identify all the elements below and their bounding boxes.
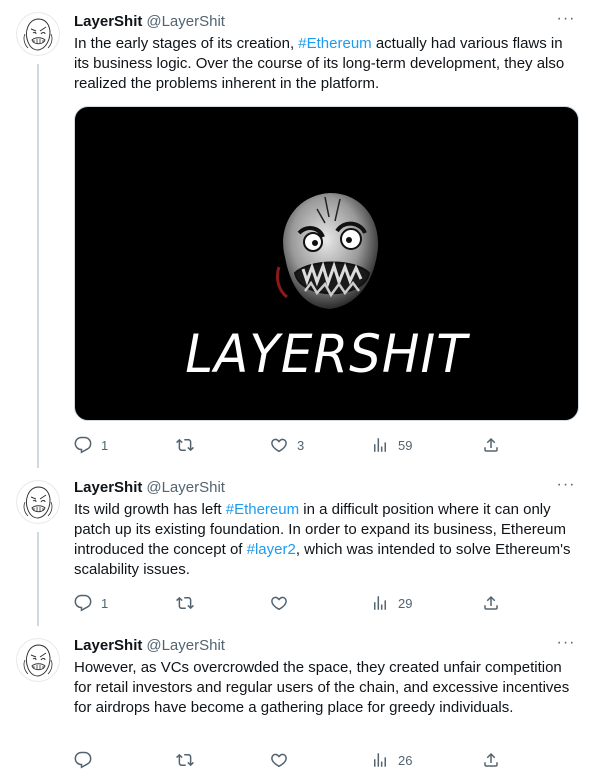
views-button[interactable]: 26 bbox=[371, 750, 412, 770]
tweet-text: Its wild growth has left #Ethereum in a … bbox=[74, 501, 571, 578]
reply-icon bbox=[74, 436, 92, 454]
action-bar: 1 3 59 bbox=[74, 435, 514, 455]
retweet-icon bbox=[176, 753, 194, 767]
more-options-icon[interactable]: ··· bbox=[556, 11, 576, 33]
like-button[interactable]: 3 bbox=[270, 435, 304, 455]
heart-icon bbox=[271, 438, 287, 453]
display-name[interactable]: LayerShit bbox=[74, 13, 142, 30]
like-button[interactable] bbox=[270, 750, 297, 770]
hashtag-link[interactable]: #Ethereum bbox=[226, 501, 299, 518]
more-options-icon[interactable]: ··· bbox=[556, 635, 576, 657]
reply-count: 1 bbox=[101, 595, 109, 611]
action-bar: 1 29 bbox=[74, 593, 514, 613]
display-name[interactable]: LayerShit bbox=[74, 637, 142, 654]
reply-icon bbox=[74, 594, 92, 612]
action-bar: 26 bbox=[74, 750, 514, 770]
views-button[interactable]: 29 bbox=[371, 593, 412, 613]
avatar[interactable] bbox=[16, 638, 60, 682]
reply-button[interactable]: 1 bbox=[74, 593, 108, 613]
share-icon bbox=[484, 437, 498, 452]
heart-icon bbox=[271, 753, 287, 768]
views-count: 59 bbox=[398, 437, 413, 453]
reply-button[interactable] bbox=[74, 750, 101, 770]
views-button[interactable]: 59 bbox=[371, 435, 412, 455]
user-handle[interactable]: @LayerShit bbox=[146, 479, 225, 496]
tweet-header: LayerShit @LayerShit bbox=[74, 636, 225, 656]
retweet-icon bbox=[176, 596, 194, 610]
tweet-header: LayerShit @LayerShit bbox=[74, 12, 225, 32]
share-button[interactable] bbox=[482, 593, 500, 613]
display-name[interactable]: LayerShit bbox=[74, 479, 142, 496]
reply-count: 1 bbox=[101, 437, 109, 453]
retweet-button[interactable] bbox=[176, 435, 203, 455]
retweet-button[interactable] bbox=[176, 593, 203, 613]
views-icon bbox=[374, 596, 386, 610]
user-handle[interactable]: @LayerShit bbox=[146, 13, 225, 30]
retweet-button[interactable] bbox=[176, 750, 203, 770]
tweet-media-image[interactable]: LAYERSHIT bbox=[74, 106, 579, 421]
tweet-text: In the early stages of its creation, #Et… bbox=[74, 35, 565, 92]
rage-face-avatar-icon bbox=[16, 12, 60, 56]
views-icon bbox=[374, 438, 386, 452]
reply-icon bbox=[74, 751, 92, 769]
like-count: 3 bbox=[297, 437, 305, 453]
tweet-3[interactable]: LayerShit @LayerShit ··· However, as VCs … bbox=[0, 628, 592, 780]
share-icon bbox=[484, 595, 498, 610]
heart-icon bbox=[271, 596, 287, 611]
avatar[interactable] bbox=[16, 480, 60, 524]
views-icon bbox=[374, 753, 386, 767]
hashtag-link[interactable]: #Ethereum bbox=[298, 35, 371, 52]
hashtag-link[interactable]: #layer2 bbox=[247, 541, 296, 558]
user-handle[interactable]: @LayerShit bbox=[146, 637, 225, 654]
tweet-2[interactable]: LayerShit @LayerShit ··· Its wild growth … bbox=[0, 470, 592, 628]
share-button[interactable] bbox=[482, 435, 500, 455]
views-count: 26 bbox=[398, 752, 413, 768]
more-options-icon[interactable]: ··· bbox=[556, 477, 576, 499]
tweet-1[interactable]: LayerShit @LayerShit ··· In the early sta… bbox=[0, 0, 592, 470]
media-logo-text: LAYERSHIT bbox=[185, 323, 468, 385]
rage-face-avatar-icon bbox=[16, 638, 60, 682]
views-count: 29 bbox=[398, 595, 413, 611]
tweet-header: LayerShit @LayerShit bbox=[74, 478, 225, 498]
rage-face-logo-icon bbox=[275, 193, 379, 309]
avatar[interactable] bbox=[16, 12, 60, 56]
tweet-text: However, as VCs overcrowded the space, t… bbox=[74, 659, 570, 716]
share-icon bbox=[484, 752, 498, 767]
reply-button[interactable]: 1 bbox=[74, 435, 108, 455]
like-button[interactable] bbox=[270, 593, 297, 613]
retweet-icon bbox=[176, 438, 194, 452]
share-button[interactable] bbox=[482, 750, 500, 770]
rage-face-avatar-icon bbox=[16, 480, 60, 524]
